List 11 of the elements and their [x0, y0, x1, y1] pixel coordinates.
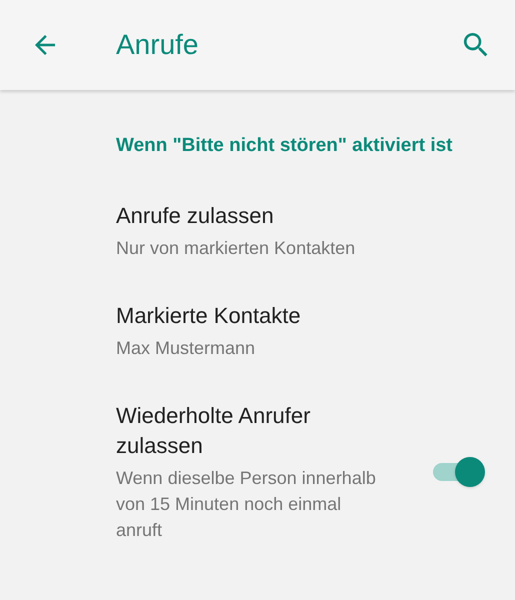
item-subtitle: Max Mustermann	[116, 336, 256, 360]
item-title: Markierte Kontakte	[116, 302, 302, 330]
item-subtitle: Wenn dieselbe Person innerhalb von 15 Minuten noch einmal anruft	[116, 466, 377, 542]
section-header: Wenn "Bitte nicht stören" aktiviert ist	[116, 134, 454, 158]
settings-item[interactable]: Anrufe zulassen Nur von markierten Kontakten	[116, 200, 485, 260]
settings-item[interactable]: Markierte Kontakte Max Mustermann	[116, 300, 485, 360]
item-title: Wiederholte Anrufer zulassen	[116, 402, 312, 460]
item-title: Anrufe zulassen	[116, 202, 275, 230]
settings-item[interactable]: Wiederholte Anrufer zulassen Wenn dieselbe Person innerhalb von 15 Minuten noch einmal anruft	[116, 400, 485, 542]
item-subtitle: Nur von markierten Kontakten	[116, 236, 356, 260]
screen-title: Anrufe	[116, 28, 198, 62]
